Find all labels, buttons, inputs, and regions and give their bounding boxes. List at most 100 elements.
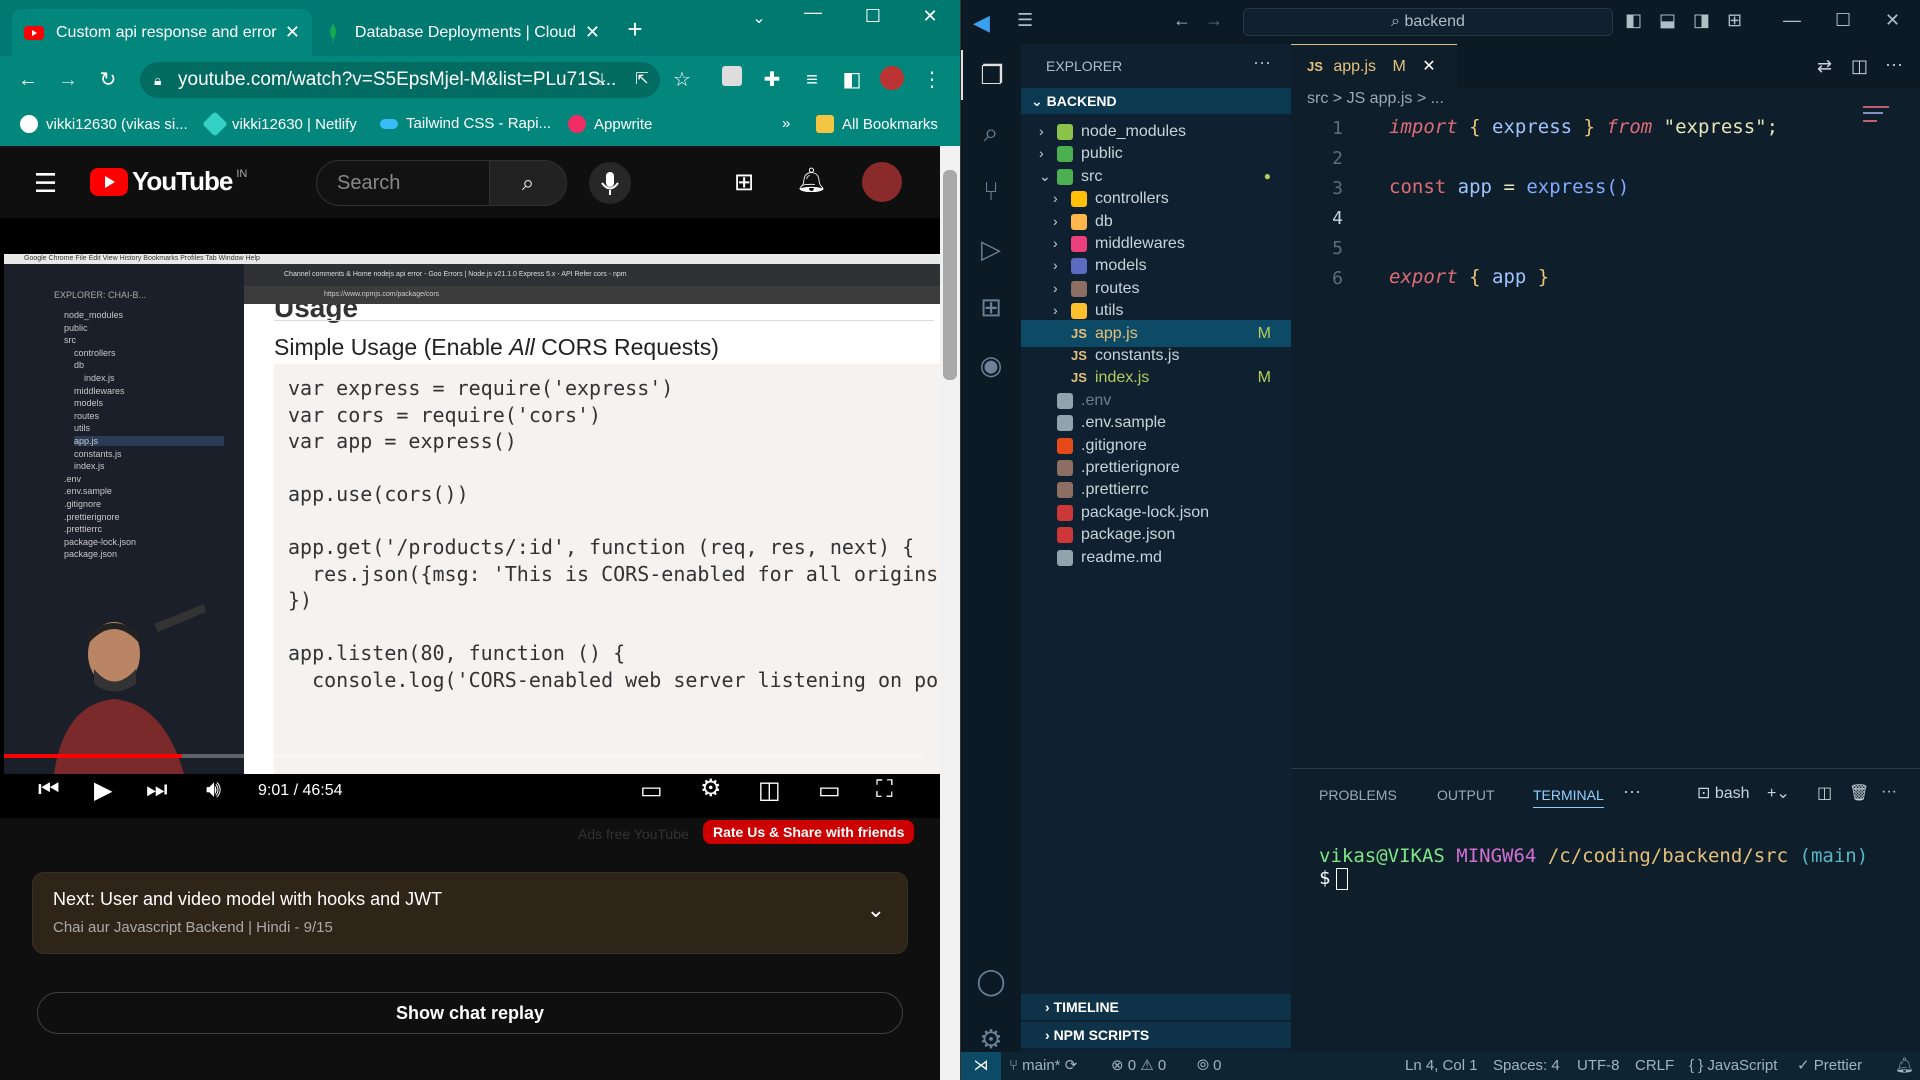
npm-scripts-section[interactable]: › NPM SCRIPTS (1021, 1022, 1291, 1048)
bookmark-tailwind[interactable]: Tailwind CSS - Rapi... (380, 115, 551, 132)
tab-problems[interactable]: PROBLEMS (1319, 787, 1397, 803)
encoding[interactable]: UTF-8 (1577, 1052, 1620, 1080)
back-arrow-icon[interactable]: ← (14, 66, 42, 94)
bookmark-netlify[interactable]: vikki12630 | Netlify (202, 111, 357, 137)
subtitles-icon[interactable]: ▭ (640, 776, 663, 805)
youtube-logo[interactable]: YouTube IN (90, 166, 247, 197)
miniplayer-icon[interactable]: ◫ (758, 776, 781, 805)
trash-icon[interactable]: 🗑︎ (1849, 783, 1869, 803)
close-icon[interactable]: ✕ (285, 22, 300, 43)
tab-mongodb[interactable]: Database Deployments | Cloud: ✕ (312, 9, 612, 56)
remote-indicator-icon[interactable]: ⋊ (961, 1052, 1001, 1080)
bookmark-github[interactable]: vikki12630 (vikas si... (20, 115, 188, 133)
new-tab-button[interactable]: + (612, 14, 658, 45)
previous-icon[interactable]: ⏮ (38, 776, 60, 804)
workspace-root[interactable]: ⌄ BACKEND (1021, 88, 1291, 114)
theater-mode-icon[interactable]: ▭ (818, 776, 841, 805)
cursor-position[interactable]: Ln 4, Col 1 (1405, 1052, 1478, 1080)
minimize-button[interactable]: — (790, 2, 836, 23)
page-scrollbar[interactable] (940, 146, 960, 1080)
back-arrow-icon[interactable]: ← (1173, 10, 1191, 31)
star-icon[interactable]: ☆ (668, 66, 696, 94)
search-button[interactable]: ⌕ (489, 160, 567, 206)
command-center-search[interactable]: ⌕ backend (1243, 8, 1613, 36)
split-editor-icon[interactable]: ◫ (1851, 56, 1868, 77)
tab-search-chevron-icon[interactable]: ⌄ (736, 8, 782, 28)
timeline-section[interactable]: › TIMELINE (1021, 994, 1291, 1020)
window-close-button[interactable]: ✕ (907, 6, 953, 27)
minimap[interactable] (1863, 104, 1897, 128)
code-line-6[interactable]: export { app } (1389, 266, 1549, 288)
address-bar[interactable]: 🔒︎ youtube.com/watch?v=S5EpsMjel-M&list=… (140, 62, 660, 98)
account-icon[interactable]: ◯ (961, 956, 1021, 1006)
volume-icon[interactable]: 🔊︎ (206, 776, 221, 804)
more-actions-icon[interactable]: ··· (1885, 54, 1903, 75)
install-icon[interactable]: ⤓ (588, 66, 616, 94)
close-icon[interactable]: ✕ (1422, 58, 1435, 75)
run-debug-icon[interactable]: ▷ (961, 224, 1021, 274)
terminal-input-line[interactable]: $ (1319, 867, 1349, 890)
video-player[interactable]: Google Chrome File Edit View History Boo… (0, 218, 940, 818)
tab-app-js[interactable]: JS app.js M ✕ (1291, 44, 1457, 88)
rate-share-button[interactable]: Rate Us & Share with friends (703, 820, 915, 844)
hamburger-menu-icon[interactable]: ☰ (34, 168, 57, 199)
line-endings[interactable]: CRLF (1635, 1052, 1674, 1080)
create-video-icon[interactable]: ⊞ (734, 168, 754, 197)
tab-terminal[interactable]: TERMINAL (1533, 787, 1604, 808)
media-queue-icon[interactable]: ≡ (798, 66, 826, 94)
tab-output[interactable]: OUTPUT (1437, 787, 1495, 803)
explorer-icon[interactable]: ❐ (961, 50, 1021, 100)
maximize-button[interactable]: ☐ (850, 6, 896, 27)
show-chat-replay-button[interactable]: Show chat replay (37, 992, 903, 1034)
bookmarks-overflow-button[interactable]: » (782, 115, 790, 132)
notifications-bell-icon[interactable]: 🔔︎ (796, 166, 826, 195)
terminal-shell-selector[interactable]: ⊡ bash (1697, 783, 1750, 803)
avatar[interactable] (862, 162, 902, 202)
scrollbar-thumb[interactable] (943, 170, 957, 380)
settings-gear-icon[interactable]: ⚙ (700, 774, 722, 803)
more-actions-icon[interactable]: ··· (1253, 52, 1271, 73)
close-icon[interactable]: ✕ (585, 22, 600, 43)
remote-explorer-icon[interactable]: ◉ (961, 340, 1021, 390)
more-actions-icon[interactable]: ··· (1881, 783, 1897, 801)
progress-bar[interactable] (4, 754, 924, 758)
next-video-card[interactable]: Next: User and video model with hooks an… (32, 872, 908, 954)
minimize-button[interactable]: — (1783, 10, 1801, 31)
split-terminal-icon[interactable]: ◫ (1817, 783, 1832, 803)
notifications-bell-icon[interactable]: 🔔︎ (1895, 1052, 1914, 1080)
code-line-3[interactable]: const app = express() (1389, 176, 1629, 198)
indentation[interactable]: Spaces: 4 (1493, 1052, 1560, 1080)
reload-icon[interactable]: ↻ (94, 66, 122, 94)
tree-item[interactable]: readme.md (1021, 544, 1291, 571)
next-icon[interactable]: ⏭ (146, 776, 168, 804)
language-mode[interactable]: { } JavaScript (1689, 1052, 1777, 1080)
forward-arrow-icon[interactable]: → (54, 66, 82, 94)
all-bookmarks[interactable]: All Bookmarks (816, 115, 938, 133)
toggle-panel-icon[interactable]: ⬓ (1659, 10, 1676, 31)
branch-indicator[interactable]: ⑂ main* ⟳ (1009, 1052, 1077, 1080)
play-icon[interactable]: ▶ (94, 776, 112, 805)
ports-indicator[interactable]: ⦾ 0 (1197, 1052, 1222, 1080)
chevron-down-icon[interactable]: ⌄ (867, 897, 885, 923)
menu-icon[interactable]: ☰ (1017, 10, 1033, 31)
bookmark-appwrite[interactable]: Appwrite (568, 115, 652, 133)
share-icon[interactable]: ⇱ (628, 66, 656, 94)
extension-app-icon[interactable] (718, 66, 746, 94)
problems-indicator[interactable]: ⊗ 0 ⚠ 0 (1111, 1052, 1166, 1080)
window-close-button[interactable]: ✕ (1885, 10, 1900, 31)
new-terminal-icon[interactable]: +⌄ (1767, 783, 1790, 803)
side-panel-icon[interactable]: ◧ (838, 66, 866, 94)
customize-layout-icon[interactable]: ⊞ (1727, 10, 1742, 31)
puzzle-extensions-icon[interactable]: ✚ (758, 66, 786, 94)
source-control-icon[interactable]: ⑂ (961, 166, 1021, 216)
panel-more-icon[interactable]: ··· (1623, 781, 1641, 802)
search-icon[interactable]: ⌕ (961, 108, 1021, 158)
terminal-prompt-line[interactable]: vikas@VIKAS MINGW64 /c/coding/backend/sr… (1319, 845, 1868, 867)
toggle-sidebar-icon[interactable]: ◧ (1625, 10, 1642, 31)
voice-search-button[interactable] (589, 162, 631, 204)
maximize-button[interactable]: ☐ (1835, 10, 1851, 31)
tab-youtube[interactable]: Custom api response and error h ✕ (12, 9, 312, 56)
breadcrumb[interactable]: src > JS app.js > ... (1307, 90, 1444, 108)
fullscreen-icon[interactable]: ⛶ (876, 776, 893, 804)
compare-changes-icon[interactable]: ⇄ (1817, 56, 1832, 77)
